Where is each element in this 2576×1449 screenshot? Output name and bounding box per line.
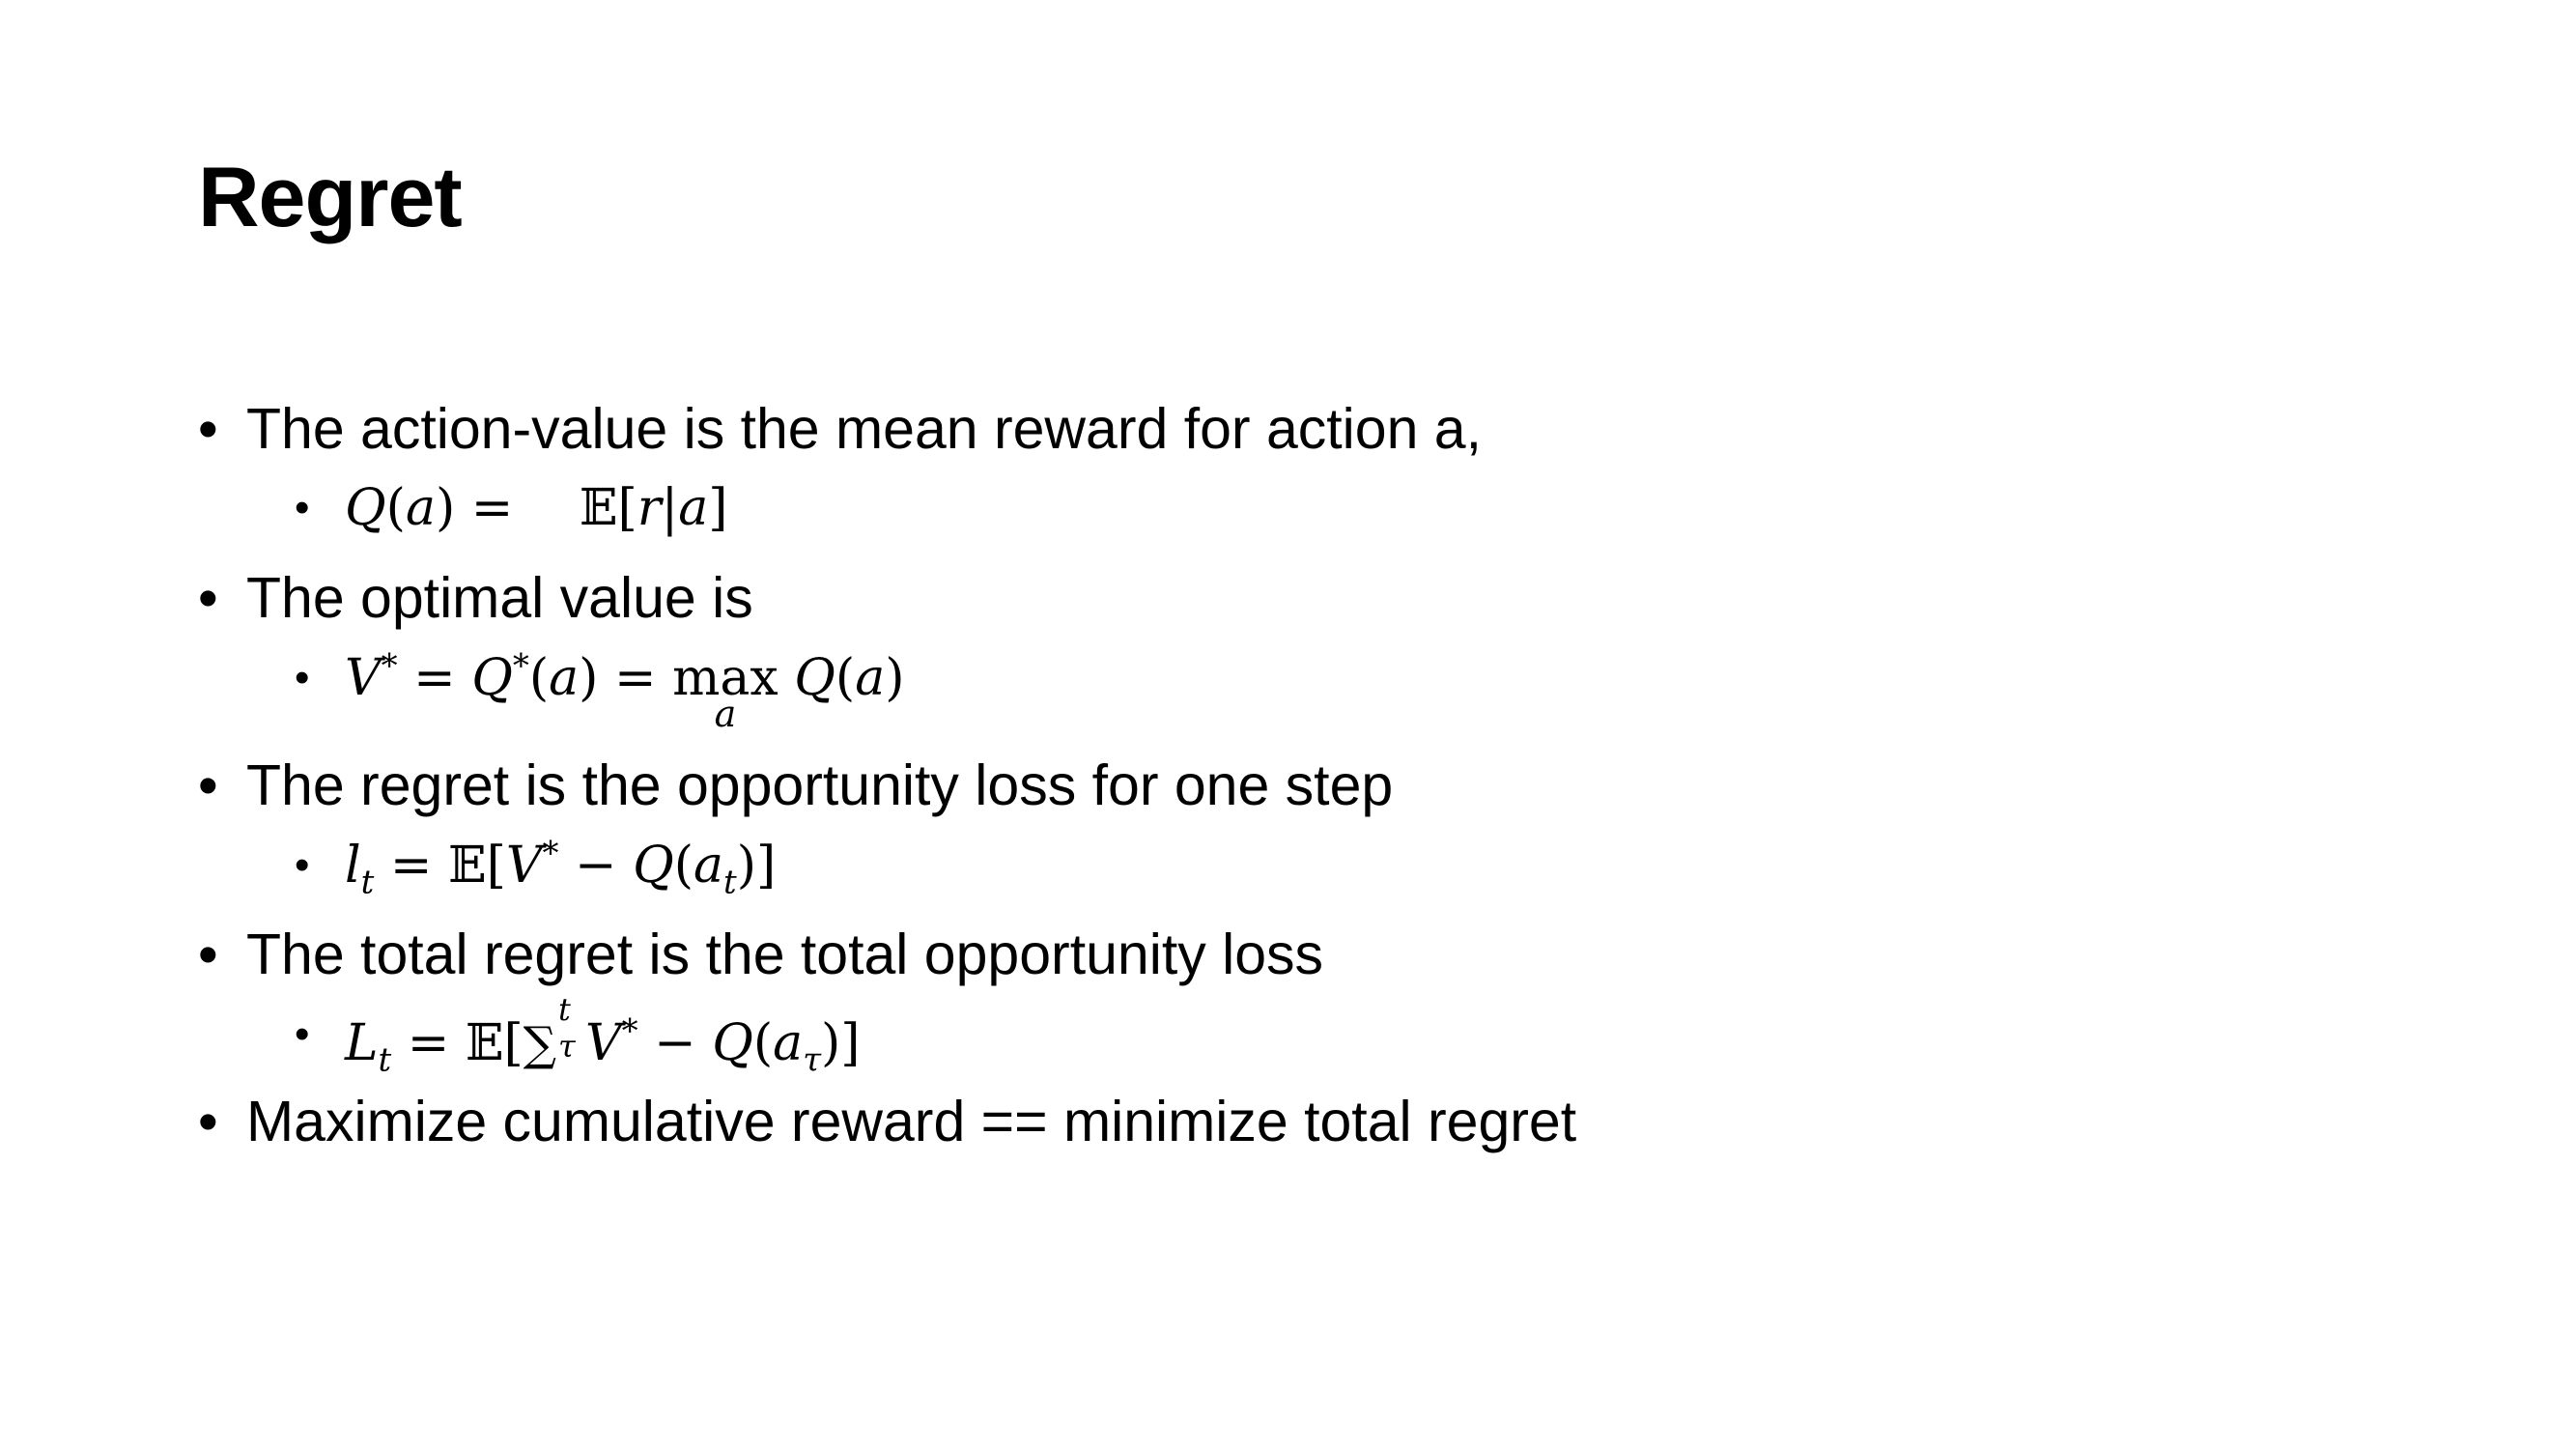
bullet-dot: •: [198, 1090, 218, 1153]
bullet-text: The optimal value is: [246, 566, 753, 630]
bullet-text: The total regret is the total opportunit…: [246, 923, 1324, 986]
bullet-dot: •: [198, 397, 218, 461]
sub-bullet-dot: •: [295, 654, 310, 701]
slide: Regret • The action-value is the mean re…: [0, 0, 2576, 1449]
slide-title: Regret: [198, 149, 463, 244]
bullet-item-4: • The total regret is the total opportun…: [198, 923, 1324, 986]
formula-optimal-value: • V* = Q*(a) = max a Q(a): [295, 646, 905, 735]
bullet-text: Maximize cumulative reward == minimize t…: [246, 1090, 1577, 1153]
bullet-dot: •: [198, 923, 218, 986]
formula-total-regret: • Lt = 𝔼[∑ t τ V* − Q(aτ)]: [295, 991, 861, 1080]
bullet-text: The regret is the opportunity loss for o…: [246, 753, 1394, 817]
bullet-item-5: • Maximize cumulative reward == minimize…: [198, 1094, 1576, 1151]
bullet-item-2: • The optimal value is: [198, 570, 753, 627]
bullet-text: The action-value is the mean reward for …: [246, 397, 1482, 461]
sub-bullet-dot: •: [295, 841, 310, 889]
formula-regret-step: • lt = 𝔼[V* − Q(at)]: [295, 834, 777, 902]
sub-bullet-dot: •: [295, 1010, 310, 1058]
bullet-item-3: • The regret is the opportunity loss for…: [198, 757, 1393, 814]
formula-action-value: • Q(a) = 𝔼[r|a]: [295, 479, 728, 537]
sub-bullet-dot: •: [295, 484, 310, 531]
bullet-dot: •: [198, 566, 218, 630]
bullet-item-1: • The action-value is the mean reward fo…: [198, 401, 1482, 458]
bullet-dot: •: [198, 753, 218, 817]
